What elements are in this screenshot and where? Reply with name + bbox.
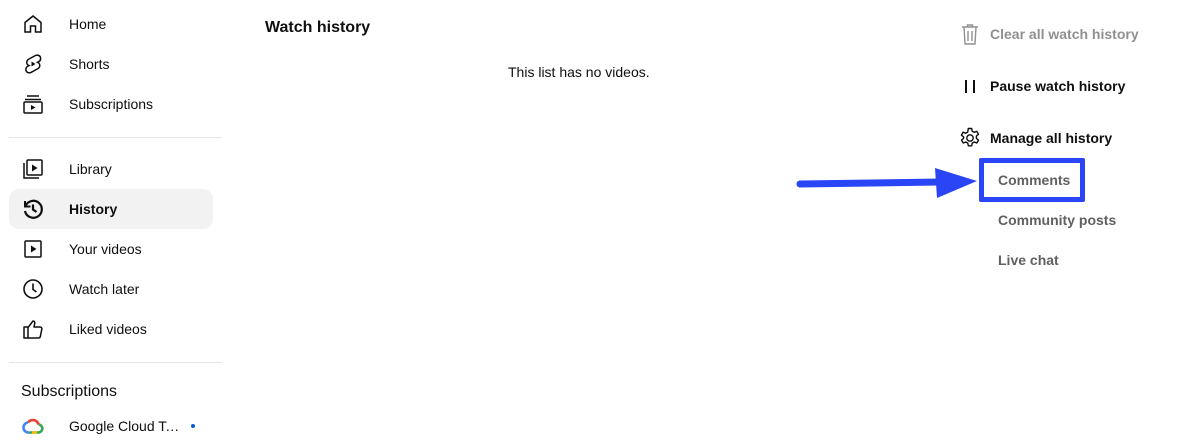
pause-icon xyxy=(958,74,982,98)
annotation-arrow xyxy=(796,168,977,198)
page-title: Watch history xyxy=(265,19,371,36)
sidebar-item-library[interactable]: Library xyxy=(9,149,213,189)
sidebar-item-watch-later[interactable]: Watch later xyxy=(9,269,213,309)
sidebar-item-label: Watch later xyxy=(69,281,140,297)
action-label: Manage all history xyxy=(990,130,1113,146)
manage-all-history-button[interactable]: Manage all history xyxy=(958,124,1112,152)
gear-icon xyxy=(958,126,982,150)
watch-later-icon xyxy=(21,277,45,301)
sidebar-item-label: Home xyxy=(69,16,107,32)
history-icon xyxy=(21,197,45,221)
sidebar-item-label: Liked videos xyxy=(69,321,147,337)
action-label: Clear all watch history xyxy=(990,26,1139,42)
sidebar: Home Shorts Subscriptions Library Histor… xyxy=(0,0,222,443)
sidebar-item-label: Shorts xyxy=(69,56,110,72)
pause-watch-history-button[interactable]: Pause watch history xyxy=(958,72,1125,100)
live-chat-history-link[interactable]: Live chat xyxy=(998,252,1059,268)
sidebar-item-label: History xyxy=(69,201,118,217)
sidebar-item-subscriptions[interactable]: Subscriptions xyxy=(9,84,213,124)
highlight-box xyxy=(979,158,1085,202)
sidebar-item-history[interactable]: History xyxy=(9,189,213,229)
sidebar-item-liked-videos[interactable]: Liked videos xyxy=(9,309,213,349)
sidebar-item-label: Subscriptions xyxy=(69,96,154,112)
sidebar-item-label: Library xyxy=(69,161,112,177)
sidebar-divider xyxy=(9,137,222,138)
liked-videos-icon xyxy=(21,317,45,341)
subscriptions-icon xyxy=(21,92,45,116)
action-label: Pause watch history xyxy=(990,78,1126,94)
subscription-channel-item[interactable]: Google Cloud Te… xyxy=(9,406,213,443)
clear-watch-history-button[interactable]: Clear all watch history xyxy=(958,20,1139,48)
new-content-dot xyxy=(191,424,195,428)
home-icon xyxy=(21,12,45,36)
trash-icon xyxy=(958,22,982,46)
library-icon xyxy=(21,157,45,181)
sidebar-item-your-videos[interactable]: Your videos xyxy=(9,229,213,269)
your-videos-icon xyxy=(21,237,45,261)
shorts-icon xyxy=(21,52,45,76)
community-posts-history-link[interactable]: Community posts xyxy=(998,212,1116,228)
subscriptions-section-title: Subscriptions xyxy=(21,383,118,400)
sidebar-item-label: Google Cloud Te… xyxy=(69,418,181,434)
empty-list-message: This list has no videos. xyxy=(508,64,650,80)
google-cloud-icon xyxy=(21,414,45,438)
sidebar-item-label: Your videos xyxy=(69,241,142,257)
sidebar-divider xyxy=(9,362,222,363)
sidebar-item-shorts[interactable]: Shorts xyxy=(9,44,213,84)
sidebar-item-home[interactable]: Home xyxy=(9,4,213,44)
